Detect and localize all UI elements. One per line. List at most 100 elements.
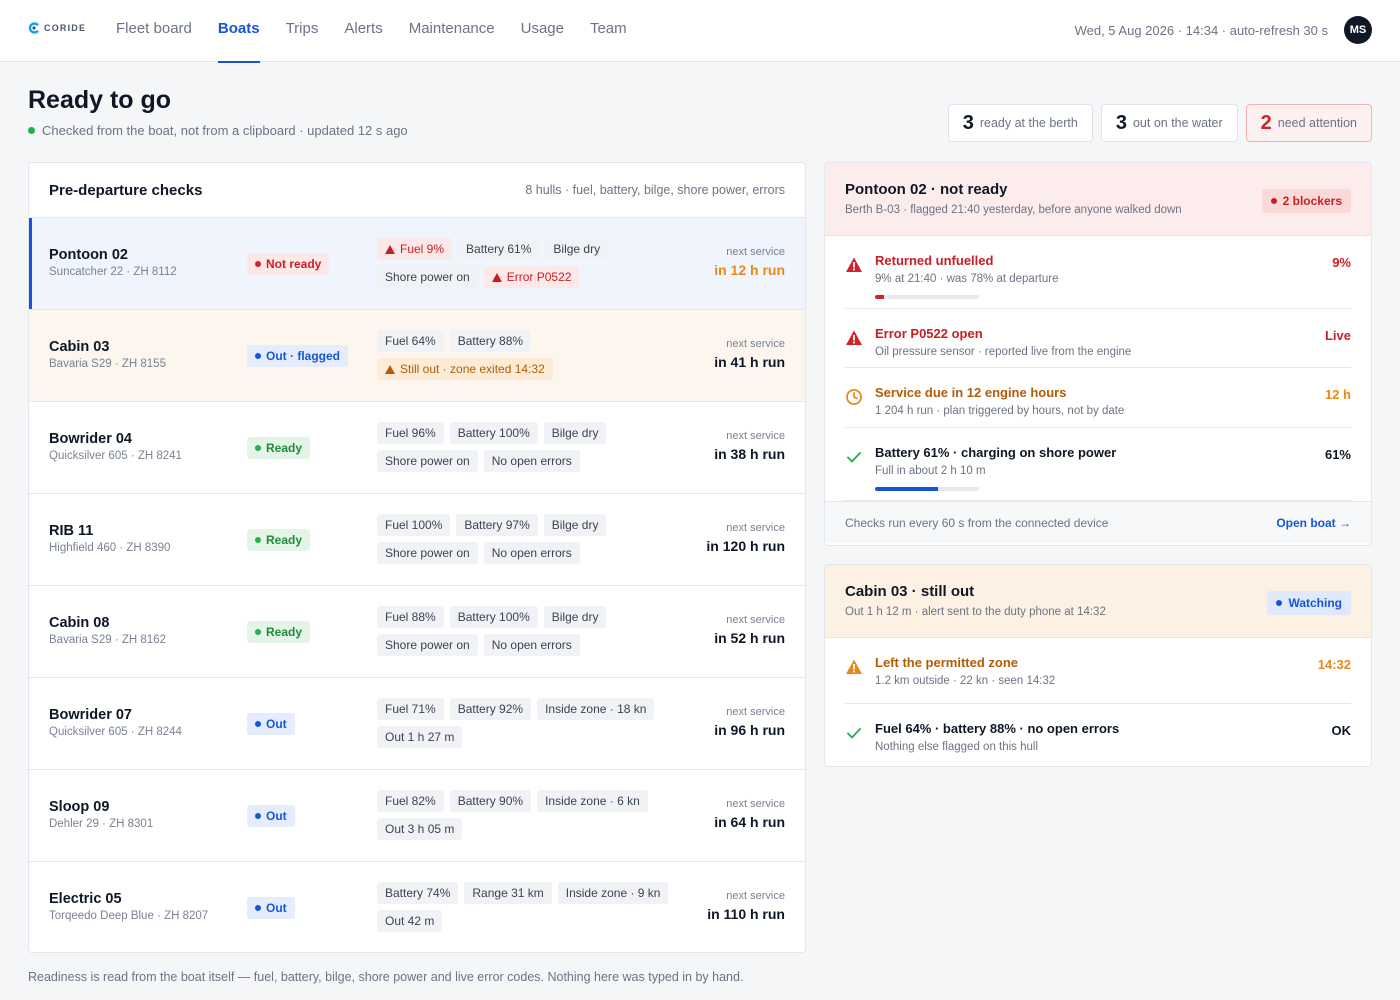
next-service: next service in 120 h run	[706, 522, 785, 554]
warning-triangle-icon	[845, 658, 863, 676]
summary-attention[interactable]: 2 need attention	[1245, 104, 1372, 142]
next-service-value: in 38 h run	[714, 446, 785, 462]
nav-fleet-board[interactable]: Fleet board	[116, 0, 192, 62]
warning-icon	[385, 244, 395, 254]
check-chips: Battery 74% Range 31 km Inside zone · 9 …	[377, 882, 677, 932]
next-service: next service in 38 h run	[714, 430, 785, 462]
check-chip: Fuel 71%	[377, 698, 444, 720]
page-title: Ready to go	[28, 86, 172, 114]
next-service-label: next service	[726, 890, 785, 902]
status-badge: Ready	[247, 621, 311, 643]
issue-item-fuel[interactable]: Returned unfuelled 9% at 21:40 · was 78%…	[845, 236, 1351, 309]
check-chip: Shore power on	[377, 634, 478, 656]
check-chip: Out 42 m	[377, 910, 443, 932]
nav-team[interactable]: Team	[590, 0, 627, 62]
pontoon-detail-header: Pontoon 02 · not ready Berth B-03 · flag…	[825, 163, 1371, 236]
check-chip: Battery 100%	[449, 606, 538, 628]
next-service-value: in 64 h run	[714, 814, 785, 830]
nav-usage[interactable]: Usage	[521, 0, 564, 62]
nav-maintenance[interactable]: Maintenance	[409, 0, 495, 62]
boat-row-electric-05[interactable]: Electric 05 Torqeedo Deep Blue · ZH 8207…	[29, 862, 805, 952]
nav-alerts[interactable]: Alerts	[344, 0, 382, 62]
issue-title: Service due in 12 engine hours	[875, 385, 1067, 400]
next-service-value: in 12 h run	[714, 262, 785, 278]
issue-title: Left the permitted zone	[875, 655, 1019, 670]
next-service: next service in 12 h run	[714, 246, 785, 278]
datetime-refresh: Wed, 5 Aug 2026 · 14:34 · auto-refresh 3…	[1074, 22, 1328, 38]
nav-boats[interactable]: Boats	[217, 0, 260, 63]
status-badge: Out	[247, 713, 295, 735]
issue-title: Fuel 64% · battery 88% · no open errors	[875, 721, 1120, 736]
check-chip: Fuel 88%	[377, 606, 444, 628]
check-chip: Inside zone · 18 kn	[537, 698, 655, 720]
boat-model: Dehler 29 · ZH 8301	[49, 818, 154, 830]
check-chip: Shore power on	[377, 450, 478, 472]
boat-model: Quicksilver 605 · ZH 8244	[49, 726, 182, 738]
check-chip: Battery 74%	[377, 882, 459, 904]
check-icon	[845, 724, 863, 742]
check-chip: Battery 97%	[456, 514, 538, 536]
check-chips: Fuel 71% Battery 92% Inside zone · 18 kn…	[377, 698, 677, 748]
next-service-value: in 41 h run	[714, 354, 785, 370]
boat-row-bowrider-04[interactable]: Bowrider 04 Quicksilver 605 · ZH 8241 Re…	[29, 402, 805, 494]
logo-icon	[28, 22, 40, 34]
alert-triangle-icon	[845, 329, 863, 347]
watching-badge: Watching	[1267, 591, 1351, 615]
summary-attention-label: need attention	[1277, 116, 1357, 130]
boat-model: Quicksilver 605 · ZH 8241	[49, 450, 182, 462]
check-chip: Shore power on	[377, 542, 478, 564]
top-bar: CORIDE Fleet board Boats Trips Alerts Ma…	[0, 0, 1400, 63]
footer-note: Readiness is read from the boat itself —…	[28, 970, 744, 984]
check-chip: No open errors	[483, 634, 580, 656]
checks-meta: 8 hulls · fuel, battery, bilge, shore po…	[525, 183, 785, 197]
check-chip: Battery 61%	[458, 238, 540, 260]
check-chip: Bilge dry	[545, 238, 609, 260]
issue-title: Battery 61% · charging on shore power	[875, 445, 1117, 460]
main-nav: Fleet board Boats Trips Alerts Maintenan…	[116, 0, 627, 63]
issue-item-service[interactable]: Service due in 12 engine hours 1 204 h r…	[845, 368, 1351, 428]
next-service: next service in 64 h run	[714, 798, 785, 830]
issue-value: 14:32	[1317, 657, 1351, 672]
boat-name: Pontoon 02	[49, 247, 128, 263]
boat-row-cabin-03[interactable]: Cabin 03 Bavaria S29 · ZH 8155 Out · fla…	[29, 310, 805, 402]
issue-value: 61%	[1324, 447, 1351, 462]
check-chips: Fuel 100% Battery 97% Bilge dry Shore po…	[377, 514, 677, 564]
boat-model: Torqeedo Deep Blue · ZH 8207	[49, 910, 209, 922]
next-service-value: in 110 h run	[707, 906, 785, 922]
check-chip: Fuel 96%	[377, 422, 444, 444]
issue-sub: 9% at 21:40 · was 78% at departure	[875, 273, 1059, 285]
boat-row-rib-11[interactable]: RIB 11 Highfield 460 · ZH 8390 Ready Fue…	[29, 494, 805, 586]
open-boat-link[interactable]: Open boat →	[1276, 516, 1351, 530]
check-chips: Fuel 64% Battery 88% Still out · zone ex…	[377, 330, 677, 380]
next-service-value: in 120 h run	[706, 538, 785, 554]
summary-out-count: 3	[1115, 111, 1127, 134]
check-chips: Fuel 9% Battery 61% Bilge dry Shore powe…	[377, 238, 677, 288]
boat-row-bowrider-07[interactable]: Bowrider 07 Quicksilver 605 · ZH 8244 Ou…	[29, 678, 805, 770]
boat-row-pontoon-02[interactable]: Pontoon 02 Suncatcher 22 · ZH 8112 Not r…	[29, 218, 805, 310]
issue-sub: 1 204 h run · plan triggered by hours, n…	[875, 405, 1125, 417]
issue-item-battery[interactable]: Battery 61% · charging on shore power Fu…	[845, 428, 1351, 501]
brand-name: CORIDE	[44, 23, 87, 33]
brand-logo[interactable]: CORIDE	[28, 22, 86, 34]
user-avatar[interactable]: MS	[1344, 16, 1372, 44]
issue-sub: Full in about 2 h 10 m	[875, 465, 986, 477]
boat-row-sloop-09[interactable]: Sloop 09 Dehler 29 · ZH 8301 Out Fuel 82…	[29, 770, 805, 862]
boat-name: Bowrider 07	[49, 707, 132, 723]
boat-name: Bowrider 04	[49, 431, 132, 447]
battery-level-fill	[875, 487, 939, 491]
check-chip: Battery 92%	[449, 698, 532, 720]
issue-item-error[interactable]: Error P0522 open Oil pressure sensor · r…	[845, 309, 1351, 368]
summary-ready[interactable]: 3 ready at the berth	[947, 104, 1093, 142]
issue-value: 9%	[1332, 255, 1351, 270]
check-chip: Inside zone · 9 kn	[557, 882, 669, 904]
status-badge: Not ready	[247, 253, 330, 275]
issue-item-zone[interactable]: Left the permitted zone 1.2 km outside ·…	[845, 638, 1351, 704]
next-service-label: next service	[726, 338, 785, 350]
next-service-label: next service	[726, 246, 785, 258]
issue-item-systems[interactable]: Fuel 64% · battery 88% · no open errors …	[845, 704, 1351, 766]
summary-out[interactable]: 3 out on the water	[1100, 104, 1238, 142]
nav-trips[interactable]: Trips	[286, 0, 319, 62]
check-chip: Out 1 h 27 m	[377, 726, 463, 748]
issue-sub: Oil pressure sensor · reported live from…	[875, 346, 1132, 358]
boat-row-cabin-08[interactable]: Cabin 08 Bavaria S29 · ZH 8162 Ready Fue…	[29, 586, 805, 678]
